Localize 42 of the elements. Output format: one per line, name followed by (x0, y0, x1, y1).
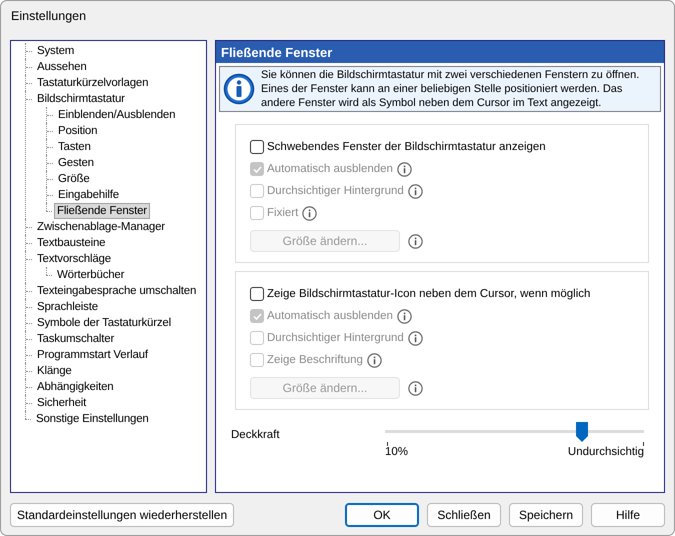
tree-item[interactable]: Symbole der Tastaturkürzel (34, 315, 174, 331)
tree-item[interactable]: Taskumschalter (34, 331, 118, 347)
tree-item[interactable]: Größe (55, 171, 93, 187)
tree-item[interactable]: Fließende Fenster (54, 203, 150, 219)
tree-item[interactable]: Einblenden/Ausblenden (55, 107, 178, 123)
restore-defaults-button[interactable]: Standardeinstellungen wiederherstellen (10, 503, 234, 527)
tree-item[interactable]: Tasten (55, 139, 94, 155)
dialog-button[interactable]: Hilfe (591, 503, 665, 527)
max-label: Undurchsichtig (568, 446, 644, 458)
tree-item[interactable]: Textvorschläge (34, 251, 114, 267)
tree-item[interactable]: Bildschirmtastatur (34, 91, 128, 107)
tree-item[interactable]: Abhängigkeiten (34, 379, 116, 395)
dialog-button[interactable]: OK (345, 503, 419, 527)
tree-item[interactable]: Aussehen (34, 59, 90, 75)
opacity-slider[interactable] (385, 422, 644, 442)
panel-title: Fließende Fenster (216, 41, 664, 63)
slider-label: Deckkraft (231, 428, 281, 443)
slider-thumb[interactable] (576, 422, 588, 442)
min-label: 10% (385, 446, 408, 458)
tree-item[interactable]: Klänge (34, 363, 75, 379)
info-text: Sie können die Bildschirmtastatur mit zwei verschiedenen Fenstern zu öffnen. Eines der Fenster kann an einer beliebigen Stelle positioniert werden. Das andere Fenster wird als Symbol neben dem Cursor im Text angezeigt. (261, 68, 640, 110)
tree-item[interactable]: Eingabehilfe (55, 187, 122, 203)
tree-item[interactable]: Texteingabesprache umschalten (34, 283, 200, 299)
checkbox[interactable]: Schwebendes Fenster der Bildschirmtastatur anzeigen (250, 140, 546, 154)
tree-item[interactable]: Gesten (55, 155, 97, 171)
dialog-button[interactable]: Schließen (427, 503, 501, 527)
tree-item[interactable]: System (34, 43, 78, 59)
tree-item[interactable]: Sonstige Einstellungen (33, 411, 152, 427)
dialog-button[interactable]: Speichern (509, 503, 583, 527)
tree-item[interactable]: Programmstart Verlauf (34, 347, 151, 363)
info-icon (223, 73, 255, 105)
tree-item[interactable]: Sicherheit (34, 395, 90, 411)
tree-item[interactable]: Position (55, 123, 100, 139)
tree-item[interactable]: Zwischenablage-Manager (34, 219, 168, 235)
window-title: Einstellungen (11, 9, 86, 23)
tree-item[interactable]: Sprachleiste (34, 299, 101, 315)
checkmark-icon (252, 310, 262, 322)
checkmark-icon (252, 164, 262, 174)
tree-item[interactable]: Tastaturkürzelvorlagen (34, 75, 152, 91)
tree-item[interactable]: Wörterbücher (54, 267, 128, 283)
tree-item[interactable]: Textbausteine (34, 235, 108, 251)
checkbox[interactable]: Zeige Bildschirmtastatur-Icon neben dem Cursor, wenn möglich (250, 287, 590, 301)
